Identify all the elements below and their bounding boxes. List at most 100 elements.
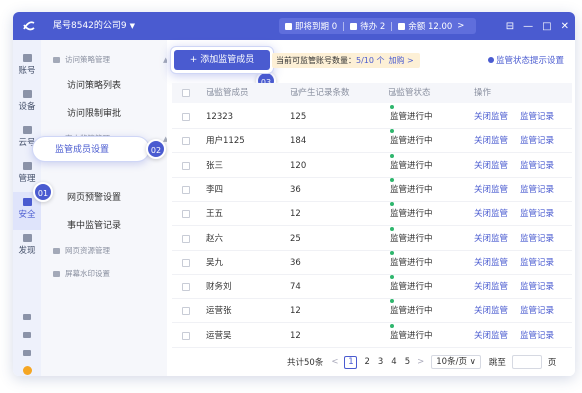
add-member-button[interactable]: + 添加监管成员 bbox=[174, 50, 270, 70]
page-5[interactable]: 5 bbox=[405, 357, 410, 367]
row-checkbox[interactable] bbox=[182, 210, 190, 219]
divider bbox=[343, 21, 345, 31]
member-name: 运营张 bbox=[206, 306, 232, 317]
row-checkbox[interactable] bbox=[182, 137, 190, 146]
calendar-icon bbox=[285, 22, 292, 30]
avatar[interactable] bbox=[23, 366, 32, 375]
menu-group-web-resources[interactable]: 网页资源管理 bbox=[53, 245, 110, 256]
close-supervision-link[interactable]: 关闭监管 bbox=[474, 227, 508, 251]
header-actions: 操作 bbox=[474, 88, 492, 98]
prev-page-button[interactable]: < bbox=[331, 357, 338, 367]
close-supervision-link[interactable]: 关闭监管 bbox=[474, 299, 508, 323]
select-all-checkbox[interactable] bbox=[182, 89, 190, 97]
menu-item-access-policy-list[interactable]: 访问策略列表 bbox=[67, 78, 121, 91]
page-1[interactable]: 1 bbox=[344, 355, 358, 369]
menu-item-member-settings[interactable]: 监管成员设置 bbox=[32, 136, 150, 162]
menu-item-webpage-alert[interactable]: 网页预警设置 bbox=[67, 190, 121, 203]
row-checkbox[interactable] bbox=[182, 307, 190, 316]
table-row: 吴九 36 监管进行中 关闭监管 监管记录 bbox=[172, 250, 572, 275]
supervision-records-link[interactable]: 监管记录 bbox=[520, 299, 554, 323]
status-tips-link[interactable]: 监管状态提示设置 bbox=[488, 54, 564, 66]
row-checkbox[interactable] bbox=[182, 331, 190, 340]
supervision-records-link[interactable]: 监管记录 bbox=[520, 251, 554, 275]
maximize-icon[interactable]: □ bbox=[542, 21, 551, 32]
member-name: 12323 bbox=[206, 112, 234, 122]
sort-icon[interactable]: ▲▼ bbox=[391, 83, 400, 103]
close-supervision-link[interactable]: 关闭监管 bbox=[474, 324, 508, 348]
rail-item-device[interactable]: 设备 bbox=[13, 90, 41, 112]
chevron-right-icon: > bbox=[457, 21, 465, 31]
next-page-button[interactable]: > bbox=[417, 357, 424, 367]
page-3[interactable]: 3 bbox=[378, 357, 383, 367]
help-icon[interactable] bbox=[23, 350, 31, 356]
notification-icon[interactable] bbox=[23, 332, 31, 338]
close-supervision-link[interactable]: 关闭监管 bbox=[474, 251, 508, 275]
close-icon[interactable]: ✕ bbox=[561, 21, 569, 32]
supervision-records-link[interactable]: 监管记录 bbox=[520, 202, 554, 226]
settings-icon[interactable] bbox=[23, 314, 31, 320]
member-name: 李四 bbox=[206, 184, 224, 195]
discover-icon bbox=[22, 234, 32, 242]
callout-badge-01: 01 bbox=[33, 182, 53, 202]
rail-item-discover[interactable]: 发现 bbox=[13, 234, 41, 256]
table-row: 张三 120 监管进行中 关闭监管 监管记录 bbox=[172, 153, 572, 178]
page-2[interactable]: 2 bbox=[364, 357, 369, 367]
member-name: 吴九 bbox=[206, 257, 224, 268]
close-supervision-link[interactable]: 关闭监管 bbox=[474, 275, 508, 299]
page-4[interactable]: 4 bbox=[391, 357, 396, 367]
supervision-records-link[interactable]: 监管记录 bbox=[520, 178, 554, 202]
window-controls: ⊟ — □ ✕ bbox=[497, 12, 569, 40]
menu-group-watermark[interactable]: 屏幕水印设置 bbox=[53, 268, 110, 279]
close-supervision-link[interactable]: 关闭监管 bbox=[474, 202, 508, 226]
supervision-records-link[interactable]: 监管记录 bbox=[520, 154, 554, 178]
close-supervision-link[interactable]: 关闭监管 bbox=[474, 154, 508, 178]
rail-item-manage[interactable]: 管理 bbox=[13, 162, 41, 184]
supervision-records-link[interactable]: 监管记录 bbox=[520, 105, 554, 129]
menu-group-access-policy[interactable]: 访问策略管理 ▲ bbox=[53, 54, 168, 65]
page-size-select[interactable]: 10条/页 ∨ bbox=[431, 355, 481, 369]
caret-down-icon: ▼ bbox=[129, 22, 136, 30]
row-checkbox[interactable] bbox=[182, 185, 190, 194]
row-checkbox[interactable] bbox=[182, 161, 190, 170]
todo-chip[interactable]: 待办 2 bbox=[350, 20, 385, 32]
table-row: 用户1125 184 监管进行中 关闭监管 监管记录 bbox=[172, 129, 572, 154]
member-name: 财务刘 bbox=[206, 282, 232, 293]
supervision-records-link[interactable]: 监管记录 bbox=[520, 129, 554, 153]
record-count: 25 bbox=[290, 233, 301, 244]
sort-icon[interactable]: ▲▼ bbox=[209, 83, 218, 103]
divider bbox=[391, 21, 393, 31]
table-header: 已监管成员 ▲▼ 已产生记录条数 ▲▼ 已监管状态 ▲▼ 操作 bbox=[172, 83, 572, 103]
minimize-icon[interactable]: — bbox=[523, 21, 533, 32]
buy-more-link[interactable]: 加购 > bbox=[389, 56, 414, 65]
rail-item-account[interactable]: 账号 bbox=[13, 54, 41, 76]
pin-icon[interactable]: ⊟ bbox=[506, 21, 514, 32]
account-switcher[interactable]: 尾号8542的公司9 ▼ bbox=[53, 12, 135, 40]
close-supervision-link[interactable]: 关闭监管 bbox=[474, 129, 508, 153]
jump-page-input[interactable] bbox=[511, 355, 542, 369]
record-count: 125 bbox=[290, 112, 307, 122]
member-name: 用户1125 bbox=[206, 136, 245, 147]
manage-icon bbox=[22, 162, 32, 170]
sort-icon[interactable]: ▲▼ bbox=[293, 83, 302, 103]
watermark-icon bbox=[53, 270, 60, 277]
row-checkbox[interactable] bbox=[182, 258, 190, 267]
total-count: 共计50条 bbox=[287, 358, 324, 368]
supervision-records-link[interactable]: 监管记录 bbox=[520, 275, 554, 299]
top-bar: 尾号8542的公司9 ▼ 即将到期 0 待办 2 余额 12.00 > ⊟ — □ … bbox=[13, 12, 575, 40]
table-row: 王五 12 监管进行中 关闭监管 监管记录 bbox=[172, 202, 572, 227]
row-checkbox[interactable] bbox=[182, 234, 190, 243]
close-supervision-link[interactable]: 关闭监管 bbox=[474, 105, 508, 129]
menu-item-access-approval[interactable]: 访问限制审批 bbox=[67, 106, 121, 119]
row-checkbox[interactable] bbox=[182, 283, 190, 292]
table-row: 运营吴 12 监管进行中 关闭监管 监管记录 bbox=[172, 323, 572, 348]
supervision-records-link[interactable]: 监管记录 bbox=[520, 227, 554, 251]
close-supervision-link[interactable]: 关闭监管 bbox=[474, 178, 508, 202]
expiring-chip[interactable]: 即将到期 0 bbox=[285, 20, 337, 32]
balance-chip[interactable]: 余额 12.00 > bbox=[398, 20, 464, 32]
row-checkbox[interactable] bbox=[182, 113, 190, 121]
menu-item-supervision-records[interactable]: 事中监管记录 bbox=[67, 218, 121, 231]
location-pin-icon bbox=[488, 57, 494, 63]
table-row: 运营张 12 监管进行中 关闭监管 监管记录 bbox=[172, 299, 572, 324]
supervision-records-link[interactable]: 监管记录 bbox=[520, 324, 554, 348]
jump-label: 跳至 bbox=[488, 358, 506, 368]
